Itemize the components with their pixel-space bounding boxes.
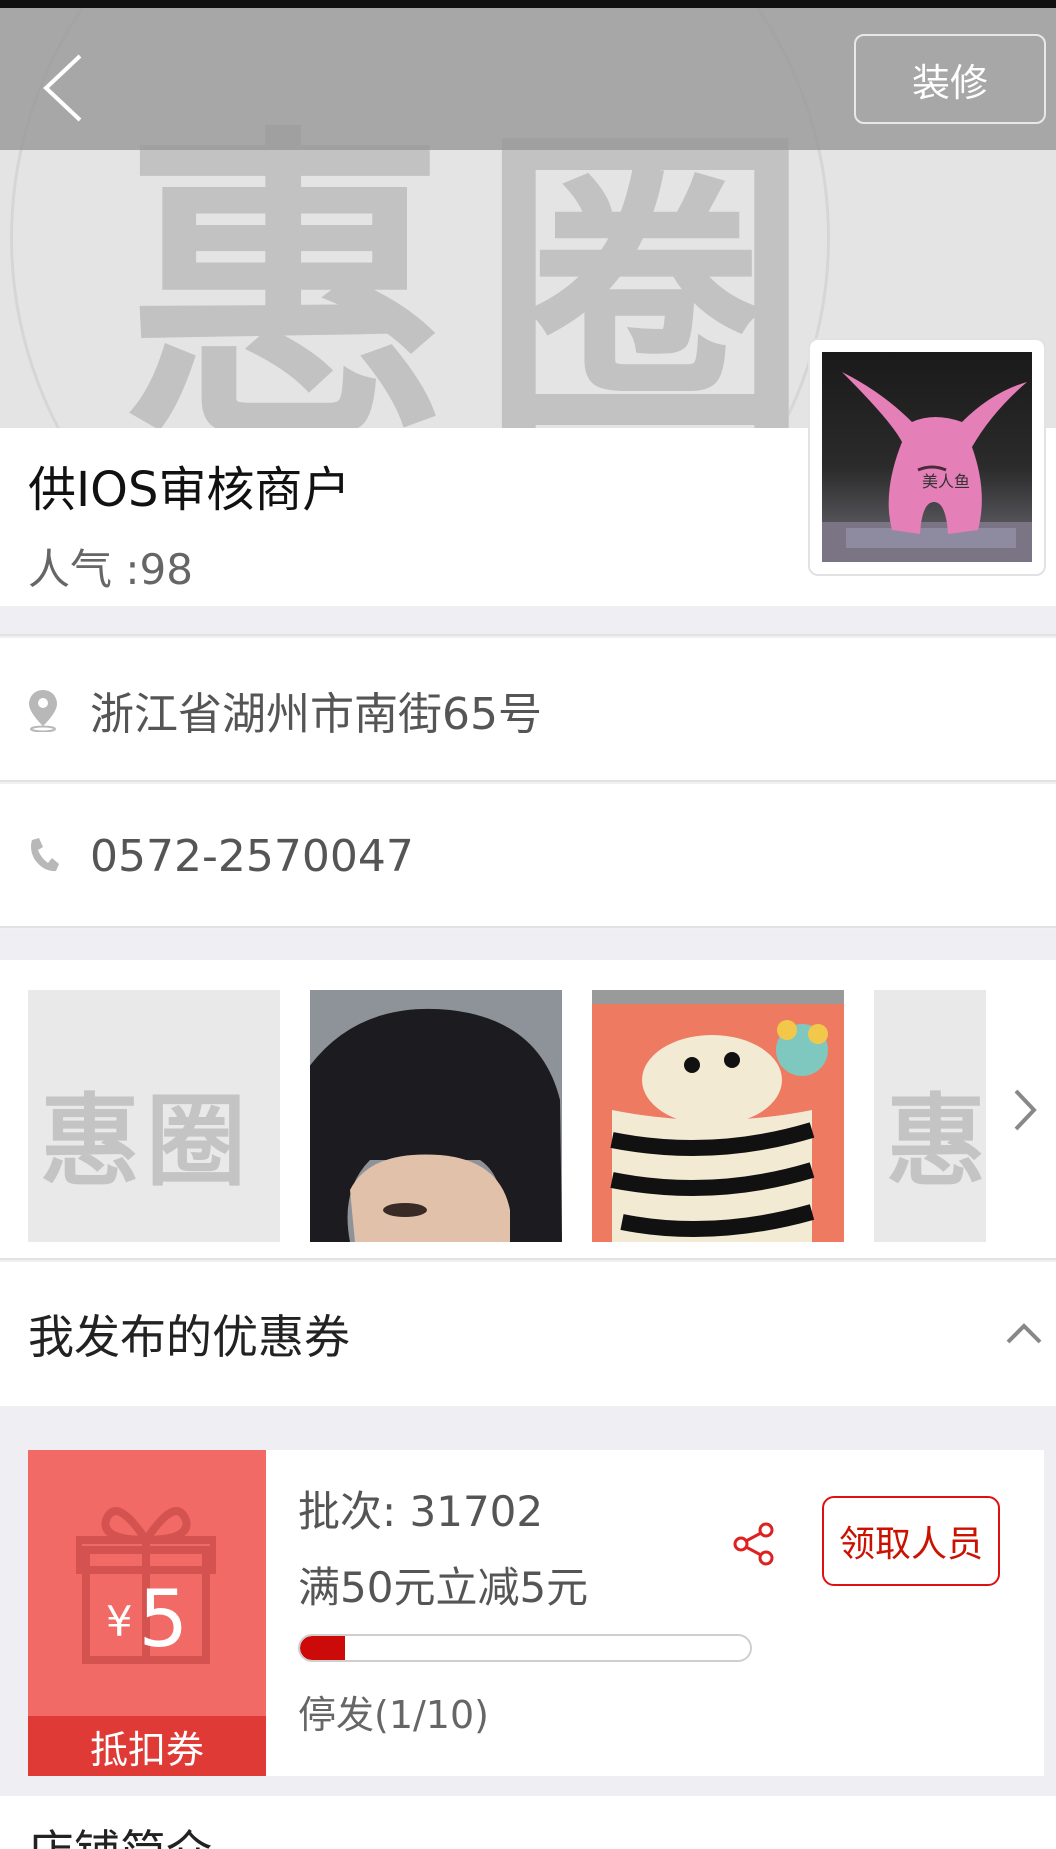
back-button[interactable] bbox=[30, 48, 100, 128]
chevron-up-icon[interactable] bbox=[1004, 1318, 1044, 1348]
address-text: 浙江省湖州市南街65号 bbox=[90, 689, 542, 740]
chevron-left-icon bbox=[43, 54, 82, 122]
store-logo-image: 美人鱼 bbox=[822, 352, 1032, 562]
gallery-photo[interactable] bbox=[592, 990, 844, 1242]
zebra-pillow-photo bbox=[592, 990, 844, 1242]
pink-sculpture-image: 美人鱼 bbox=[822, 372, 1032, 562]
decorate-button[interactable]: 装修 bbox=[854, 34, 1046, 124]
coupon-rule: 满50元立减5元 bbox=[298, 1563, 589, 1612]
store-intro-section: 店铺简介 bbox=[0, 1796, 1056, 1849]
phone-text: 0572-2570047 bbox=[90, 830, 414, 882]
top-navbar: 装修 bbox=[0, 8, 1056, 150]
coupon-perforated-edge bbox=[1038, 1450, 1050, 1776]
gallery-photo-placeholder[interactable]: 惠圈 bbox=[874, 990, 986, 1242]
address-row[interactable]: 浙江省湖州市南街65号 bbox=[0, 638, 1056, 782]
coupons-section-header[interactable]: 我发布的优惠券 bbox=[0, 1262, 1056, 1406]
placeholder-watermark: 惠圈 bbox=[40, 1083, 252, 1200]
coupon-batch: 批次: 31702 bbox=[298, 1487, 544, 1536]
coupon-amount: ¥5 bbox=[28, 1575, 266, 1665]
coupon-status: 停发(1/10) bbox=[298, 1693, 489, 1737]
view-receivers-button[interactable]: 领取人员 bbox=[822, 1496, 1000, 1586]
store-logo[interactable]: 美人鱼 bbox=[808, 338, 1046, 576]
coupon-card[interactable]: ¥5 抵扣券 批次: 31702 满50元立减5元 停发(1/10) 领取人员 bbox=[28, 1450, 1050, 1776]
coupon-progress-fill bbox=[300, 1636, 345, 1660]
banner-watermark: 惠圈 bbox=[120, 101, 840, 428]
phone-icon bbox=[31, 838, 59, 872]
coupon-value-panel: ¥5 抵扣券 bbox=[28, 1450, 266, 1776]
coupon-type: 抵扣券 bbox=[28, 1716, 266, 1776]
coupon-amount-value: 5 bbox=[138, 1575, 189, 1665]
placeholder-watermark: 惠圈 bbox=[886, 1083, 986, 1200]
portrait-photo bbox=[310, 990, 562, 1242]
status-bar bbox=[0, 0, 1056, 8]
gallery-photo[interactable] bbox=[310, 990, 562, 1242]
chevron-right-icon[interactable] bbox=[1010, 1085, 1040, 1135]
gallery-photo-placeholder[interactable]: 惠圈 bbox=[28, 990, 280, 1242]
share-icon[interactable] bbox=[732, 1522, 776, 1566]
currency-symbol: ¥ bbox=[105, 1597, 133, 1646]
section-divider bbox=[0, 606, 1056, 636]
photo-gallery: 惠圈 惠圈 bbox=[0, 960, 1056, 1260]
svg-text:美人鱼: 美人鱼 bbox=[922, 472, 970, 491]
location-pin-icon bbox=[29, 690, 57, 732]
coupon-progress-bar bbox=[298, 1634, 752, 1662]
section-divider bbox=[0, 930, 1056, 960]
store-intro-title: 店铺简介 bbox=[28, 1816, 212, 1849]
store-name: 供IOS审核商户 bbox=[28, 462, 351, 518]
phone-row[interactable]: 0572-2570047 bbox=[0, 784, 1056, 928]
coupons-section-title: 我发布的优惠券 bbox=[28, 1310, 350, 1364]
store-popularity: 人气 :98 bbox=[28, 545, 193, 594]
